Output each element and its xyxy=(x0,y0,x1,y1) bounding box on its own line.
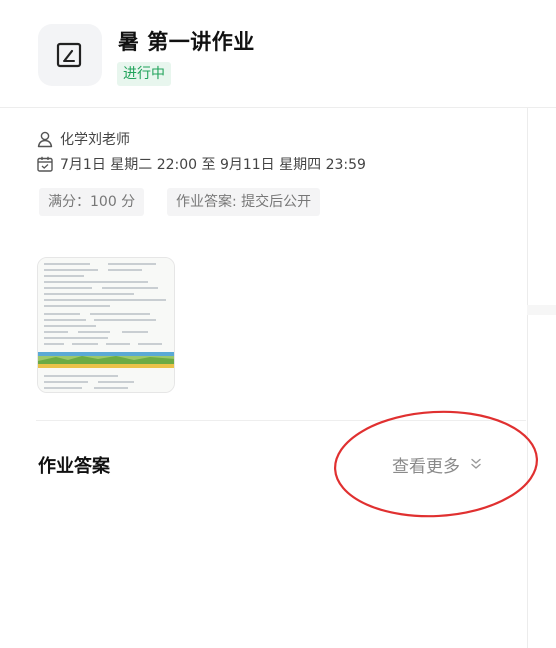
homework-attachment-thumbnail[interactable] xyxy=(37,257,175,393)
view-more-button[interactable]: 查看更多 xyxy=(392,451,482,477)
section-title-answers: 作业答案 xyxy=(38,456,110,477)
teacher-row: 化学刘老师 xyxy=(36,128,130,150)
page-title: 暑 第一讲作业 xyxy=(118,30,255,54)
double-chevron-down-icon xyxy=(471,458,481,469)
person-icon xyxy=(37,131,53,148)
homework-icon-box xyxy=(38,24,102,86)
calendar-icon xyxy=(37,156,53,172)
score-tag: 满分：100 分 xyxy=(39,188,145,216)
teacher-name: 化学刘老师 xyxy=(60,132,130,148)
time-range: 7月1日 星期二 22:00 至 9月11日 星期四 23:59 xyxy=(60,157,366,173)
edit-icon xyxy=(56,42,82,68)
right-panel-edge xyxy=(527,305,556,315)
section-divider xyxy=(36,420,526,421)
right-panel-divider xyxy=(527,108,528,648)
answer-policy-tag: 作业答案: 提交后公开 xyxy=(167,188,321,216)
status-badge: 进行中 xyxy=(117,62,171,86)
homework-header: 暑 第一讲作业 进行中 xyxy=(0,0,556,108)
time-row: 7月1日 星期二 22:00 至 9月11日 星期四 23:59 xyxy=(36,153,366,175)
view-more-label: 查看更多 xyxy=(392,456,460,477)
worksheet-preview-image xyxy=(38,258,174,392)
